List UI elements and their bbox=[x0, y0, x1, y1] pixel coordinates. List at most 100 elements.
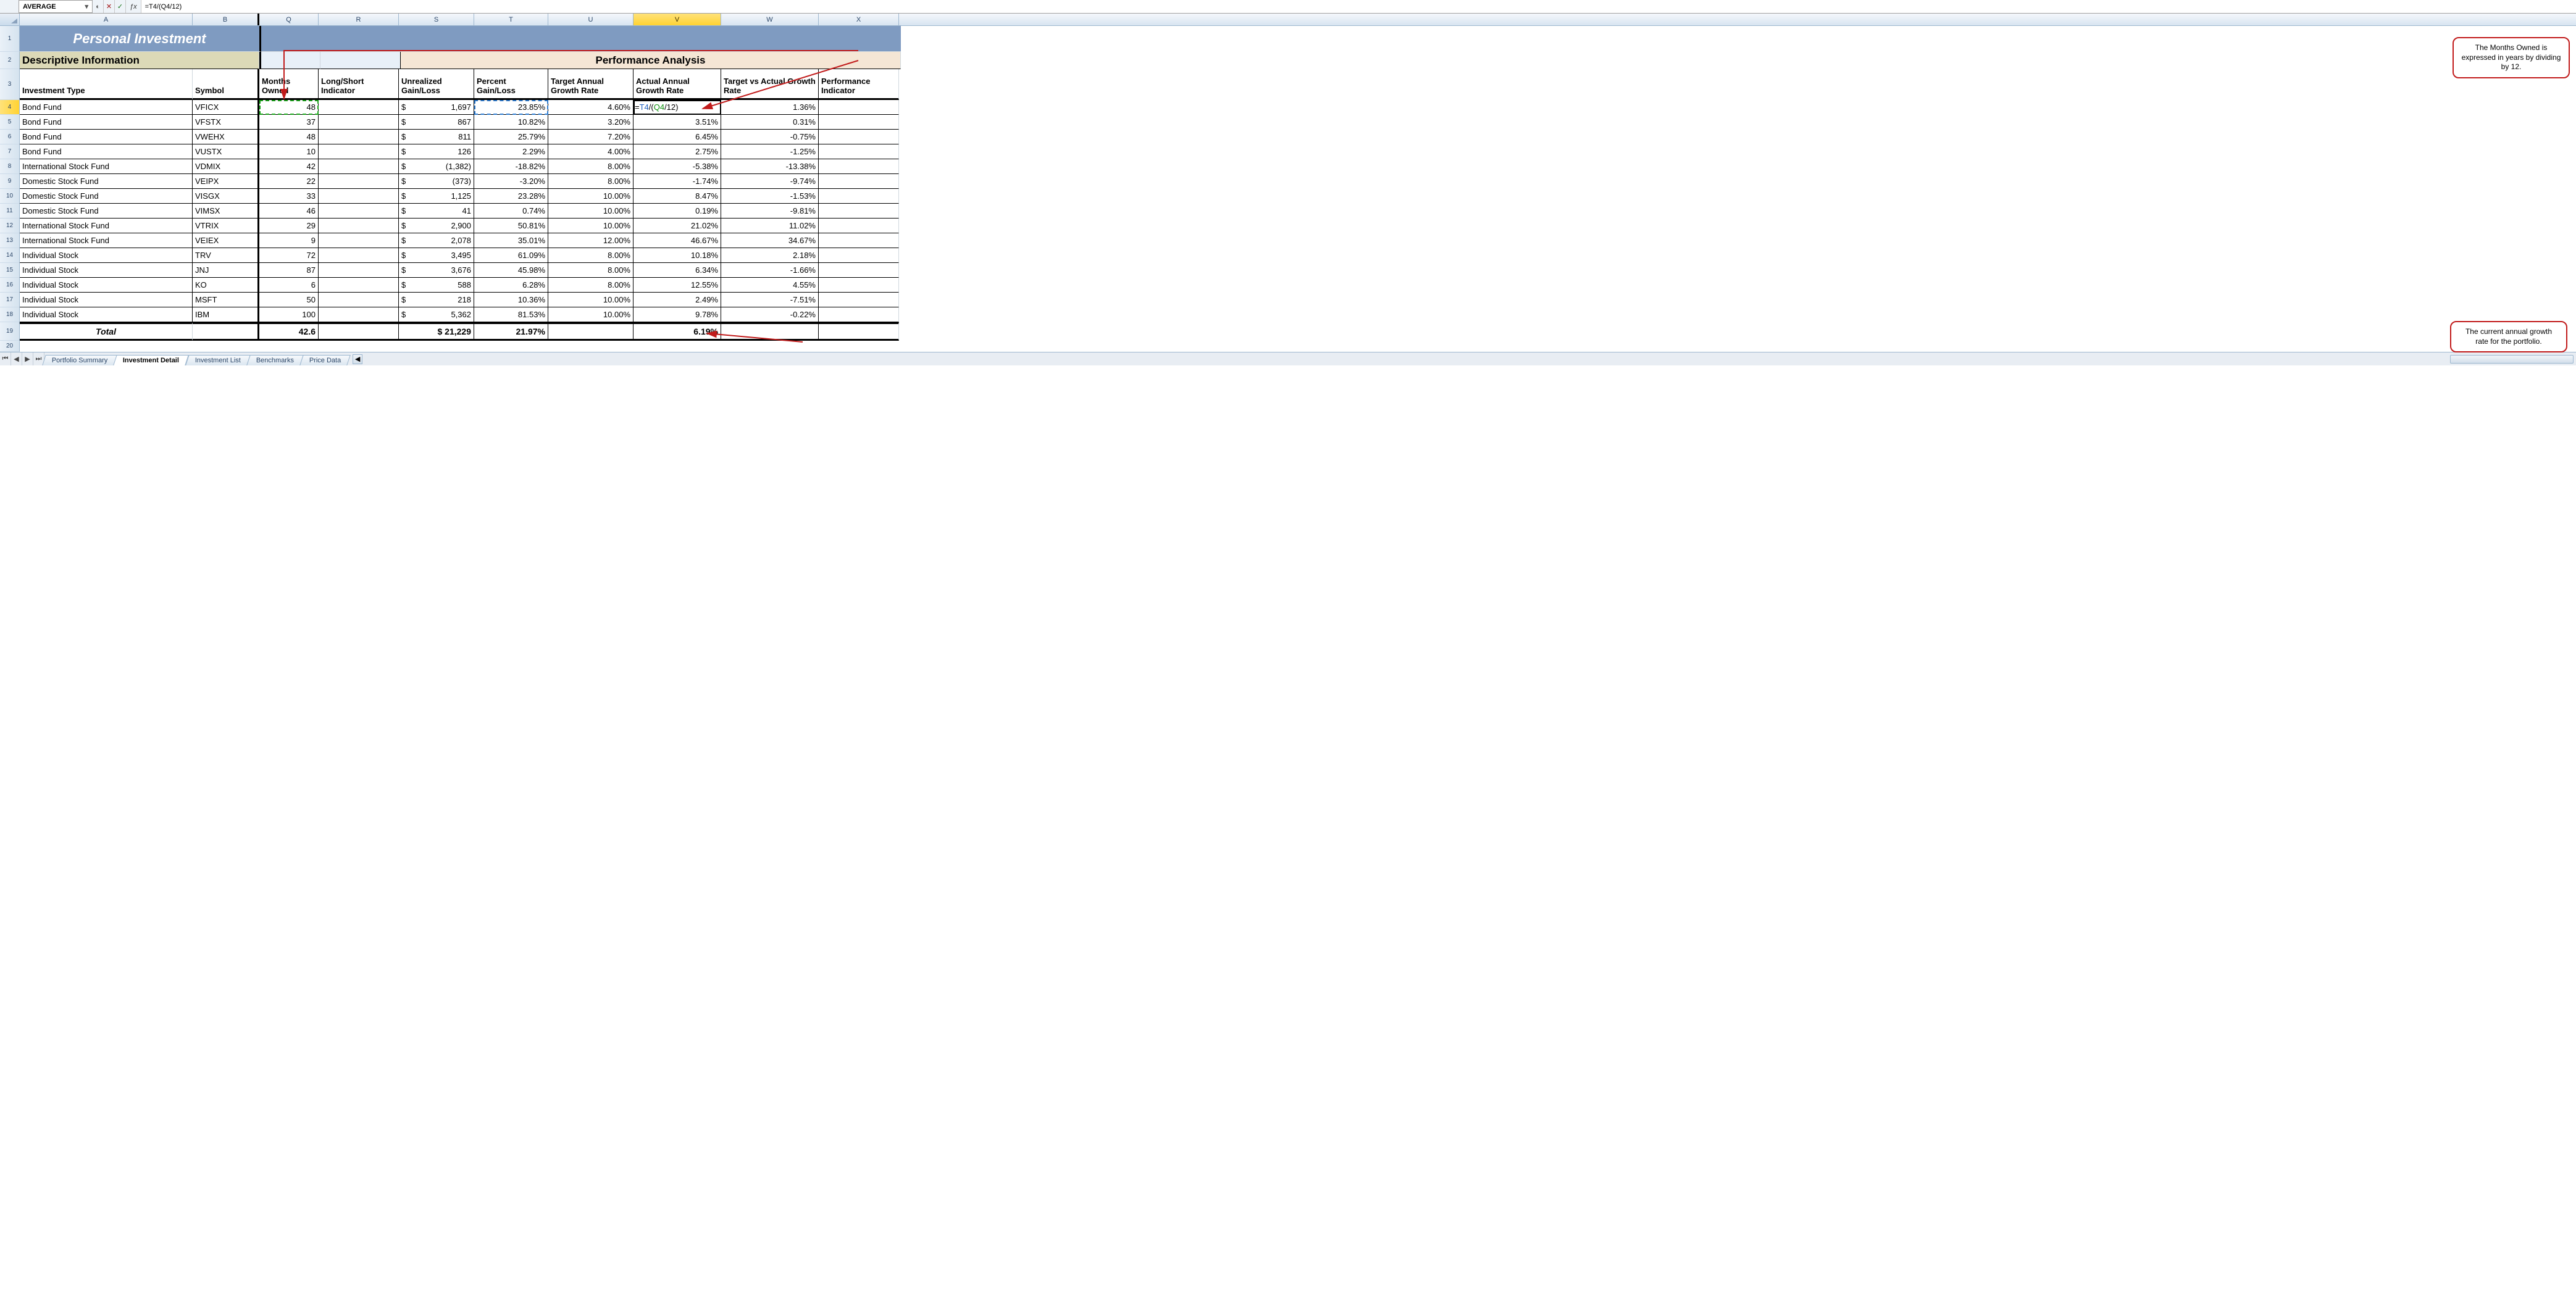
cell-target-growth[interactable]: 8.00% bbox=[548, 159, 634, 174]
cell-target-vs-actual[interactable]: 34.67% bbox=[721, 233, 819, 248]
cell-actual-growth[interactable]: 46.67% bbox=[634, 233, 721, 248]
cell-actual-growth[interactable]: -1.74% bbox=[634, 174, 721, 189]
cell-pct-gain[interactable]: 35.01% bbox=[474, 233, 548, 248]
cell-long-short[interactable] bbox=[319, 278, 399, 293]
cell-pct-gain[interactable]: 50.81% bbox=[474, 219, 548, 233]
next-sheet-icon[interactable]: ▶ bbox=[22, 352, 33, 365]
cell-gain-loss[interactable]: $5,362 bbox=[399, 307, 474, 322]
cell-pct-gain[interactable]: -3.20% bbox=[474, 174, 548, 189]
enter-icon[interactable]: ✓ bbox=[115, 0, 126, 13]
cell-gain-loss[interactable]: $2,078 bbox=[399, 233, 474, 248]
cell-symbol[interactable]: VEIPX bbox=[193, 174, 259, 189]
cell-symbol[interactable]: MSFT bbox=[193, 293, 259, 307]
cell-long-short[interactable] bbox=[319, 293, 399, 307]
cell-long-short[interactable] bbox=[319, 159, 399, 174]
formula-input[interactable] bbox=[141, 0, 2576, 13]
cell-actual-growth[interactable]: -5.38% bbox=[634, 159, 721, 174]
cell-actual-growth[interactable]: 2.49% bbox=[634, 293, 721, 307]
cell-investment-type[interactable]: Domestic Stock Fund bbox=[20, 189, 193, 204]
col-header-T[interactable]: T bbox=[474, 14, 548, 25]
cell-target-vs-actual[interactable]: 11.02% bbox=[721, 219, 819, 233]
cell-months-owned[interactable]: 100 bbox=[259, 307, 319, 322]
cell-long-short[interactable] bbox=[319, 115, 399, 130]
cell-target-vs-actual[interactable]: -9.74% bbox=[721, 174, 819, 189]
cell-perf-indicator[interactable] bbox=[819, 219, 899, 233]
cell-pct-gain[interactable]: 2.29% bbox=[474, 144, 548, 159]
cell-target-vs-actual[interactable]: -9.81% bbox=[721, 204, 819, 219]
cell-actual-growth[interactable]: 3.51% bbox=[634, 115, 721, 130]
cell-gain-loss[interactable]: $588 bbox=[399, 278, 474, 293]
col-header-V[interactable]: V bbox=[634, 14, 721, 25]
col-header-R[interactable]: R bbox=[319, 14, 399, 25]
cell-pct-gain[interactable]: 81.53% bbox=[474, 307, 548, 322]
row-header[interactable]: 10 bbox=[0, 189, 20, 204]
cell-long-short[interactable] bbox=[319, 263, 399, 278]
cell-investment-type[interactable]: Domestic Stock Fund bbox=[20, 174, 193, 189]
cell-target-growth[interactable]: 8.00% bbox=[548, 248, 634, 263]
cell-gain-loss[interactable]: $867 bbox=[399, 115, 474, 130]
cell-pct-gain[interactable]: 23.85% bbox=[474, 100, 548, 115]
row-header[interactable]: 18 bbox=[0, 307, 20, 322]
col-header-W[interactable]: W bbox=[721, 14, 819, 25]
cell-months-owned[interactable]: 33 bbox=[259, 189, 319, 204]
cell-gain-loss[interactable]: $3,676 bbox=[399, 263, 474, 278]
cell-investment-type[interactable]: Bond Fund bbox=[20, 144, 193, 159]
row-header[interactable]: 7 bbox=[0, 144, 20, 159]
cell-target-growth[interactable]: 10.00% bbox=[548, 204, 634, 219]
cell-perf-indicator[interactable] bbox=[819, 307, 899, 322]
cell-symbol[interactable]: VIMSX bbox=[193, 204, 259, 219]
cell-actual-growth[interactable]: 0.19% bbox=[634, 204, 721, 219]
cell-target-vs-actual[interactable]: -1.53% bbox=[721, 189, 819, 204]
expand-icon[interactable]: ◐ bbox=[93, 0, 104, 13]
sheet-tab[interactable]: Portfolio Summary bbox=[42, 355, 117, 365]
prev-sheet-icon[interactable]: ◀ bbox=[11, 352, 22, 365]
cell-months-owned[interactable]: 48 bbox=[259, 130, 319, 144]
cell-target-growth[interactable]: 10.00% bbox=[548, 189, 634, 204]
sheet-tab[interactable]: Investment Detail bbox=[114, 355, 190, 365]
row-header[interactable]: 8 bbox=[0, 159, 20, 174]
cell-long-short[interactable] bbox=[319, 233, 399, 248]
cell-actual-growth[interactable]: 8.47% bbox=[634, 189, 721, 204]
hscroll-thumb[interactable] bbox=[2450, 355, 2574, 364]
cell-perf-indicator[interactable] bbox=[819, 100, 899, 115]
cell-target-growth[interactable]: 8.00% bbox=[548, 174, 634, 189]
sheet-tab[interactable]: Benchmarks bbox=[246, 355, 304, 365]
row-header[interactable]: 12 bbox=[0, 219, 20, 233]
cell-perf-indicator[interactable] bbox=[819, 174, 899, 189]
cell-gain-loss[interactable]: $126 bbox=[399, 144, 474, 159]
row-header[interactable]: 15 bbox=[0, 263, 20, 278]
cell-target-growth[interactable]: 10.00% bbox=[548, 219, 634, 233]
cell-actual-growth[interactable]: 6.34% bbox=[634, 263, 721, 278]
row-header[interactable]: 19 bbox=[0, 322, 20, 341]
hscroll-left-icon[interactable]: ◀ bbox=[353, 354, 362, 364]
cell-gain-loss[interactable]: $3,495 bbox=[399, 248, 474, 263]
sheet-tab[interactable]: Price Data bbox=[299, 355, 351, 365]
cell-investment-type[interactable]: International Stock Fund bbox=[20, 219, 193, 233]
cell-pct-gain[interactable]: 0.74% bbox=[474, 204, 548, 219]
fx-icon[interactable]: ƒx bbox=[126, 0, 141, 13]
col-header-Q[interactable]: Q bbox=[259, 14, 319, 25]
cell-months-owned[interactable]: 6 bbox=[259, 278, 319, 293]
cell-symbol[interactable]: VEIEX bbox=[193, 233, 259, 248]
cell-investment-type[interactable]: International Stock Fund bbox=[20, 233, 193, 248]
cell-target-vs-actual[interactable]: 1.36% bbox=[721, 100, 819, 115]
cell-gain-loss[interactable]: $811 bbox=[399, 130, 474, 144]
cell-investment-type[interactable]: Individual Stock bbox=[20, 307, 193, 322]
cell-pct-gain[interactable]: 10.36% bbox=[474, 293, 548, 307]
col-header-U[interactable]: U bbox=[548, 14, 634, 25]
col-header-A[interactable]: A bbox=[20, 14, 193, 25]
row-header[interactable]: 20 bbox=[0, 341, 20, 352]
cell-investment-type[interactable]: Individual Stock bbox=[20, 278, 193, 293]
cell-investment-type[interactable]: Bond Fund bbox=[20, 100, 193, 115]
cell-target-vs-actual[interactable]: -1.25% bbox=[721, 144, 819, 159]
name-box[interactable]: AVERAGE ▾ bbox=[19, 0, 93, 13]
cell-perf-indicator[interactable] bbox=[819, 115, 899, 130]
col-header-X[interactable]: X bbox=[819, 14, 899, 25]
cell-pct-gain[interactable]: 45.98% bbox=[474, 263, 548, 278]
cell-months-owned[interactable]: 46 bbox=[259, 204, 319, 219]
cell-long-short[interactable] bbox=[319, 144, 399, 159]
cell-target-vs-actual[interactable]: -1.66% bbox=[721, 263, 819, 278]
cell-gain-loss[interactable]: $1,125 bbox=[399, 189, 474, 204]
cell-actual-growth[interactable]: 6.45% bbox=[634, 130, 721, 144]
cell-symbol[interactable]: VTRIX bbox=[193, 219, 259, 233]
